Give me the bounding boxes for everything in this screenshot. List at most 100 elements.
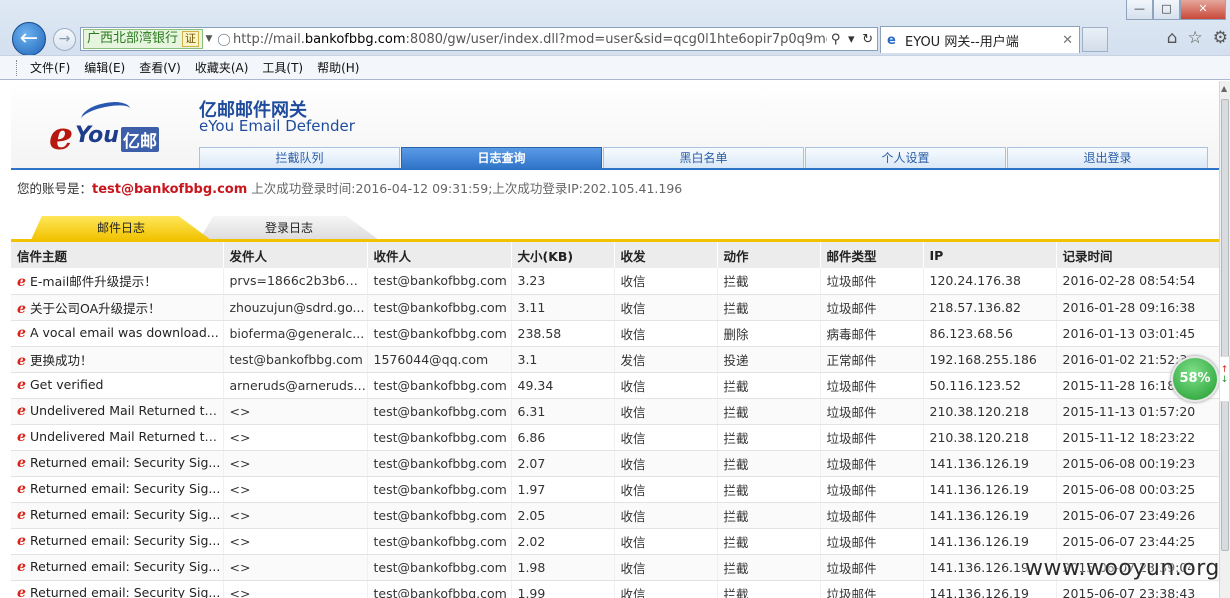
cell-subject[interactable]: e 更换成功！ <box>11 346 224 373</box>
menu-edit[interactable]: 编辑(E) <box>84 59 125 76</box>
cell-subject[interactable]: e Returned email: Security Sig... <box>11 450 224 477</box>
col-subject[interactable]: 信件主题 <box>11 242 224 268</box>
home-icon[interactable]: ⌂ <box>1167 28 1178 48</box>
menu-tools[interactable]: 工具(T) <box>262 59 303 76</box>
close-window-button[interactable]: ✕ <box>1180 0 1226 20</box>
cell-direction: 收信 <box>614 528 718 555</box>
table-row[interactable]: e Returned email: Security Sig... <> test@b… <box>11 528 1219 555</box>
cell-mail-type: 垃圾邮件 <box>820 398 924 425</box>
col-record-time[interactable]: 记录时间 <box>1056 242 1219 268</box>
scroll-up-icon[interactable]: ▲ <box>1221 84 1227 93</box>
col-direction[interactable]: 收发 <box>614 242 718 268</box>
cell-subject[interactable]: e Returned email: Security Sig... <box>11 476 224 503</box>
subject-link[interactable]: Returned email: Security Sig... <box>30 507 220 522</box>
cell-mail-type: 垃圾邮件 <box>820 450 924 477</box>
search-icon[interactable]: ⚲ <box>831 32 841 47</box>
table-row[interactable]: e A vocal email was download... bioferma@g… <box>11 320 1219 347</box>
network-speed-badge[interactable]: 58% <box>1171 356 1219 402</box>
table-row[interactable]: e Returned email: Security Sig... <> test@b… <box>11 580 1219 598</box>
chevron-down-icon[interactable]: ▼ <box>203 34 215 44</box>
tab-intercept-queue[interactable]: 拦截队列 <box>199 147 400 169</box>
menu-favorites[interactable]: 收藏夹(A) <box>195 59 249 76</box>
table-row[interactable]: e Get verified arneruds@arneruds.... test@b… <box>11 372 1219 399</box>
col-recipient[interactable]: 收件人 <box>367 242 512 268</box>
cell-subject[interactable]: e Undelivered Mail Returned to... <box>11 424 224 451</box>
table-row[interactable]: e Returned email: Security Sig... <> test@b… <box>11 476 1219 503</box>
forward-arrow-icon[interactable]: → <box>53 28 76 51</box>
vertical-scrollbar[interactable]: ▲ <box>1219 81 1230 598</box>
tab-log-query[interactable]: 日志查询 <box>401 147 602 169</box>
address-bar[interactable]: 广西北部湾银行证 ▼ ◯ http://mail.bankofbbg.com:8… <box>80 27 878 51</box>
main-nav: 拦截队列 日志查询 黑白名单 个人设置 退出登录 <box>199 147 1209 169</box>
cell-subject[interactable]: e Returned email: Security Sig... <box>11 580 224 598</box>
close-tab-icon[interactable]: ✕ <box>1062 33 1073 48</box>
subject-link[interactable]: 更换成功！ <box>30 353 93 368</box>
tab-black-white-list[interactable]: 黑白名单 <box>603 147 804 169</box>
col-mail-type[interactable]: 邮件类型 <box>820 242 924 268</box>
cell-action: 拦截 <box>717 528 821 555</box>
subject-link[interactable]: A vocal email was download... <box>30 325 219 340</box>
table-row[interactable]: e 关于公司OA升级提示！ zhouzujun@sdrd.go... test@ban… <box>11 294 1219 321</box>
cell-ip: 192.168.255.186 <box>923 346 1057 373</box>
subtab-mail-log[interactable]: 邮件日志 <box>31 216 211 240</box>
subject-link[interactable]: Returned email: Security Sig... <box>30 481 220 496</box>
refresh-icon[interactable]: ↻ <box>862 32 873 47</box>
subject-link[interactable]: Returned email: Security Sig... <box>30 533 220 548</box>
tab-personal-settings[interactable]: 个人设置 <box>805 147 1006 169</box>
cell-subject[interactable]: e Returned email: Security Sig... <box>11 528 224 555</box>
cell-size: 2.02 <box>511 528 615 555</box>
cell-recipient: test@bankofbbg.com <box>367 398 512 425</box>
subject-link[interactable]: E-mail邮件升级提示！ <box>30 274 157 289</box>
cell-subject[interactable]: e 关于公司OA升级提示！ <box>11 294 224 321</box>
subject-link[interactable]: Get verified <box>30 377 103 392</box>
table-row[interactable]: e E-mail邮件升级提示！ prvs=1866c2b3b6=... test@ba… <box>11 268 1219 295</box>
table-row[interactable]: e Returned email: Security Sig... <> test@b… <box>11 502 1219 529</box>
subject-link[interactable]: Returned email: Security Sig... <box>30 455 220 470</box>
url-text[interactable]: http://mail.bankofbbg.com:8080/gw/user/i… <box>233 32 827 47</box>
col-action[interactable]: 动作 <box>717 242 821 268</box>
cell-mail-type: 垃圾邮件 <box>820 502 924 529</box>
col-ip[interactable]: IP <box>923 242 1057 268</box>
cell-subject[interactable]: e Get verified <box>11 372 224 399</box>
cell-subject[interactable]: e Undelivered Mail Returned to... <box>11 398 224 425</box>
table-row[interactable]: e 更换成功！ test@bankofbbg.com 1576044@qq.com 3.… <box>11 346 1219 373</box>
col-size[interactable]: 大小(KB) <box>511 242 615 268</box>
cell-direction: 收信 <box>614 476 718 503</box>
subject-link[interactable]: 关于公司OA升级提示！ <box>30 301 161 316</box>
back-arrow-icon[interactable]: ← <box>12 22 46 56</box>
eyou-e-icon: e <box>17 481 26 497</box>
cell-subject[interactable]: e E-mail邮件升级提示！ <box>11 268 224 295</box>
site-identity-badge[interactable]: 广西北部湾银行证 <box>83 29 204 49</box>
menu-file[interactable]: 文件(F) <box>30 59 70 76</box>
certificate-icon[interactable]: 证 <box>182 31 200 47</box>
col-sender[interactable]: 发件人 <box>223 242 368 268</box>
subtab-login-log[interactable]: 登录日志 <box>199 216 379 240</box>
chevron-down-icon[interactable]: ▾ <box>848 32 855 47</box>
scrollbar-thumb[interactable] <box>1221 99 1229 551</box>
subject-link[interactable]: Returned email: Security Sig... <box>30 559 220 574</box>
gear-icon[interactable]: ⚙ <box>1213 28 1228 48</box>
cell-action: 拦截 <box>717 294 821 321</box>
table-row[interactable]: e Undelivered Mail Returned to... <> test@b… <box>11 398 1219 425</box>
cell-ip: 141.136.126.19 <box>923 580 1057 598</box>
menu-view[interactable]: 查看(V) <box>139 59 181 76</box>
browser-tab[interactable]: e EYOU 网关--用户端 ✕ <box>880 26 1080 53</box>
cell-action: 拦截 <box>717 268 821 295</box>
tab-logout[interactable]: 退出登录 <box>1007 147 1208 169</box>
star-icon[interactable]: ☆ <box>1188 28 1203 48</box>
maximize-button[interactable]: □ <box>1153 0 1180 20</box>
table-row[interactable]: e Returned email: Security Sig... <> test@b… <box>11 450 1219 477</box>
subject-link[interactable]: Returned email: Security Sig... <box>30 585 220 598</box>
cell-subject[interactable]: e A vocal email was download... <box>11 320 224 347</box>
cell-subject[interactable]: e Returned email: Security Sig... <box>11 554 224 581</box>
new-tab-button[interactable] <box>1082 27 1108 52</box>
subject-link[interactable]: Undelivered Mail Returned to... <box>30 403 222 418</box>
table-row[interactable]: e Undelivered Mail Returned to... <> test@b… <box>11 424 1219 451</box>
minimize-button[interactable]: — <box>1126 0 1153 20</box>
menu-help[interactable]: 帮助(H) <box>317 59 359 76</box>
cell-action: 拦截 <box>717 502 821 529</box>
cell-subject[interactable]: e Returned email: Security Sig... <box>11 502 224 529</box>
cell-action: 拦截 <box>717 580 821 598</box>
cell-record-time: 2016-01-13 03:01:45 <box>1056 320 1219 347</box>
subject-link[interactable]: Undelivered Mail Returned to... <box>30 429 222 444</box>
